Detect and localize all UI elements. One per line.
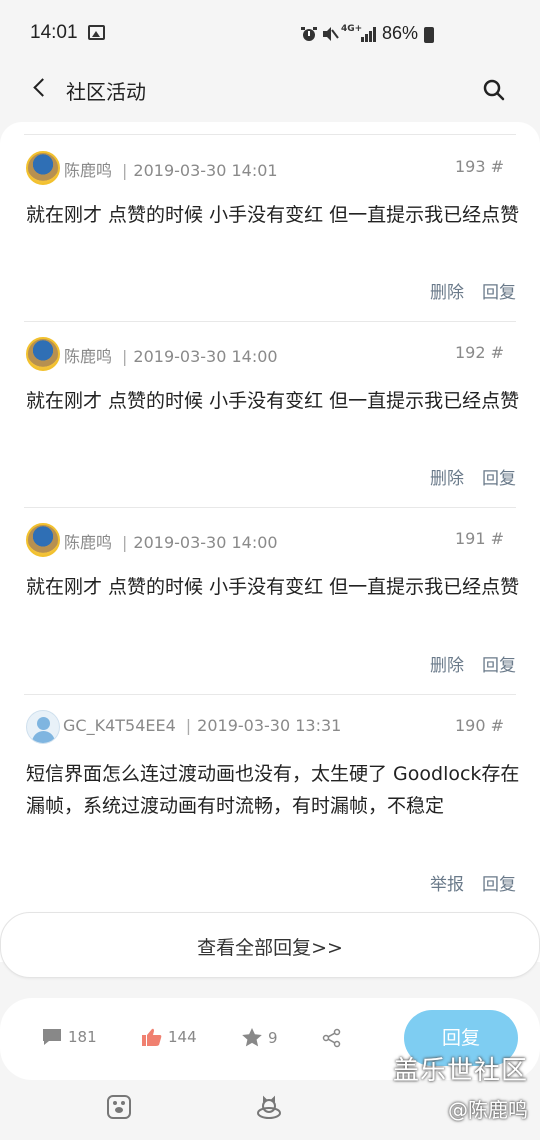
comment-datetime: 2019-03-30 14:00 xyxy=(133,347,278,366)
view-all-label: 查看全部回复>> xyxy=(197,937,343,959)
avatar[interactable] xyxy=(26,337,60,371)
comment-meta: 陈鹿鸣 | 2019-03-30 14:01 xyxy=(64,161,278,180)
paw-icon[interactable] xyxy=(106,1094,132,1120)
floor-number: 193 # xyxy=(454,157,504,176)
comment-actions: 删除 回复 xyxy=(412,464,516,489)
comment-item: 陈鹿鸣 | 2019-03-30 14:01 193 # 就在刚才 点赞的时候 小手… xyxy=(0,135,540,322)
status-time: 14:01 xyxy=(30,22,78,43)
like-count[interactable]: 144 xyxy=(142,1028,197,1046)
comment-author[interactable]: 陈鹿鸣 xyxy=(64,161,112,180)
comment-text: 就在刚才 点赞的时候 小手没有变红 但一直提示我已经点赞 xyxy=(26,204,520,226)
comment-datetime: 2019-03-30 14:00 xyxy=(133,533,278,552)
floor-number: 190 # xyxy=(454,716,504,735)
comment-meta: GC_K4T54EE4 | 2019-03-30 13:31 xyxy=(63,716,342,735)
comment-icon xyxy=(43,1029,61,1045)
comment-author[interactable]: 陈鹿鸣 xyxy=(64,533,112,552)
comment-actions: 举报 回复 xyxy=(412,870,516,895)
comment-datetime: 2019-03-30 13:31 xyxy=(197,716,342,735)
comment-count[interactable]: 181 xyxy=(42,1028,97,1046)
reply-link[interactable]: 回复 xyxy=(482,469,516,489)
avatar[interactable] xyxy=(26,151,60,185)
comment-item: 陈鹿鸣 | 2019-03-30 14:00 191 # 就在刚才 点赞的时候 小手… xyxy=(0,508,540,695)
delete-button[interactable]: 删除 xyxy=(430,469,464,489)
favorite-count[interactable]: 9 xyxy=(242,1028,278,1047)
cat-icon[interactable] xyxy=(256,1094,282,1120)
comment-text: 就在刚才 点赞的时候 小手没有变红 但一直提示我已经点赞 xyxy=(26,390,520,412)
delete-button[interactable]: 删除 xyxy=(430,283,464,303)
comment-author[interactable]: GC_K4T54EE4 xyxy=(63,716,176,735)
comment-datetime: 2019-03-30 14:01 xyxy=(133,161,278,180)
page-title: 社区活动 xyxy=(66,80,146,104)
reply-link[interactable]: 回复 xyxy=(482,656,516,676)
gallery-icon xyxy=(88,25,105,40)
comment-text: 短信界面怎么连过渡动画也没有，太生硬了 Goodlock存在漏帧，系统过渡动画有… xyxy=(26,763,520,817)
avatar[interactable] xyxy=(26,523,60,557)
reply-link[interactable]: 回复 xyxy=(482,875,516,895)
comment-meta: 陈鹿鸣 | 2019-03-30 14:00 xyxy=(64,533,278,552)
comment-item: 陈鹿鸣 | 2019-03-30 14:00 192 # 就在刚才 点赞的时候 小手… xyxy=(0,322,540,508)
thumbs-up-icon xyxy=(142,1028,162,1046)
comment-count-value: 181 xyxy=(68,1028,97,1046)
alarm-icon xyxy=(301,27,317,41)
star-icon xyxy=(242,1028,262,1047)
reply-link[interactable]: 回复 xyxy=(482,283,516,303)
comment-actions: 删除 回复 xyxy=(412,278,516,303)
app-bar: 社区活动 xyxy=(0,66,540,122)
comment-list: 陈鹿鸣 | 2019-03-30 14:01 193 # 就在刚才 点赞的时候 小手… xyxy=(0,122,540,962)
comment-actions: 删除 回复 xyxy=(412,651,516,676)
report-button[interactable]: 举报 xyxy=(430,875,464,895)
mute-icon xyxy=(323,27,339,41)
signal-icon xyxy=(361,27,376,42)
back-arrow-icon[interactable] xyxy=(28,76,52,100)
battery-icon xyxy=(424,27,434,43)
comment-author[interactable]: 陈鹿鸣 xyxy=(64,347,112,366)
avatar[interactable] xyxy=(26,710,60,744)
view-all-replies-button[interactable]: 查看全部回复>> xyxy=(0,912,540,978)
watermark-title: 盖乐世社区 xyxy=(392,1056,528,1086)
like-count-value: 144 xyxy=(168,1028,197,1046)
floor-number: 192 # xyxy=(454,343,504,362)
share-icon xyxy=(322,1028,341,1048)
comment-text: 就在刚才 点赞的时候 小手没有变红 但一直提示我已经点赞 xyxy=(26,576,520,598)
share-button[interactable] xyxy=(322,1028,348,1048)
search-icon[interactable] xyxy=(482,78,506,102)
comment-meta: 陈鹿鸣 | 2019-03-30 14:00 xyxy=(64,347,278,366)
status-bar: 14:01 4G+ 86% xyxy=(0,0,540,66)
delete-button[interactable]: 删除 xyxy=(430,656,464,676)
floor-number: 191 # xyxy=(454,529,504,548)
favorite-count-value: 9 xyxy=(268,1028,278,1047)
watermark-user: @陈鹿鸣 xyxy=(448,1098,528,1122)
comment-item: GC_K4T54EE4 | 2019-03-30 13:31 190 # 短信界面怎… xyxy=(0,695,540,915)
battery-percent: 86% xyxy=(382,23,419,43)
